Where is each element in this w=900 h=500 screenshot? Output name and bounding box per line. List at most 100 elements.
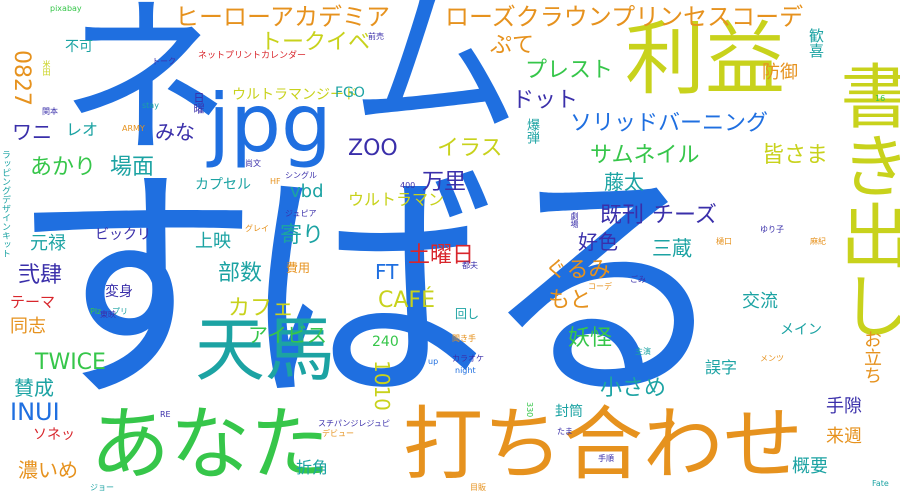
word-puri: プリ <box>112 307 128 316</box>
word-doushi: 同志 <box>10 316 46 337</box>
word-raishuu: 来週 <box>826 426 862 447</box>
word-fate: Fate <box>872 479 889 488</box>
word-cheese: チーズ <box>652 203 717 228</box>
word-naofumi: 尚文 <box>245 159 261 168</box>
word-tama: たま <box>557 427 573 436</box>
word-hiyou: 費用 <box>286 261 311 275</box>
word-chiisame: 小さめ <box>600 376 667 401</box>
word-kouryu: 交流 <box>742 291 778 312</box>
word-330: 330 <box>525 402 534 418</box>
word-ultraman: ウルトラマン <box>348 190 445 209</box>
word-wrapping-kit: ラッピングデザインキット <box>0 150 10 258</box>
word-joe: ジョー <box>90 483 114 492</box>
word-pute: ぷて <box>490 33 535 58</box>
word-pixabay: pixabay <box>50 4 82 13</box>
word-yoneda: 米田 <box>42 60 51 76</box>
word-ft: FT <box>375 260 399 284</box>
word-army: ARMY <box>122 124 145 133</box>
word-vbd: vbd <box>290 181 324 202</box>
word-genroku: 元禄 <box>30 233 66 254</box>
word-mentsu: メンツ <box>760 354 784 363</box>
word-tota: 藤太 <box>604 170 644 194</box>
word-youkai: 妖怪 <box>568 326 613 351</box>
word-prest: プレスト <box>525 58 614 83</box>
word-bamen: 場面 <box>110 155 155 180</box>
word-ibis: アイビス <box>248 323 327 347</box>
word-reo: レオ <box>66 120 99 139</box>
word-thumbnail: サムネイル <box>590 143 700 168</box>
word-solid-burning: ソリッドバーニング <box>570 111 769 136</box>
word-meihan: 目販 <box>470 483 486 492</box>
word-night: night <box>455 366 476 375</box>
word-16: 16 <box>875 94 886 103</box>
word-gaiyou: 概要 <box>792 456 828 477</box>
word-sonet: ソネッ <box>33 427 75 443</box>
word-dot: ドット <box>512 88 579 113</box>
word-bakudan: 爆弾 <box>524 118 539 144</box>
word-400: 400 <box>400 181 416 190</box>
word-yuriko: ゆり子 <box>760 225 784 234</box>
word-yori: 寄り <box>280 223 325 248</box>
word-cafe: カフェ <box>228 296 295 321</box>
word-theme: テーマ <box>10 293 56 311</box>
word-up: up <box>428 357 439 366</box>
word-koime: 濃いめ <box>18 458 78 482</box>
word-0827: 0827 <box>9 50 34 106</box>
word-kikan: 既刊 <box>600 203 645 228</box>
word-bikkuri: ビックリ <box>95 227 151 243</box>
word-fgo: FGO <box>335 85 365 101</box>
word-tejun: 手順 <box>598 454 614 463</box>
word-gekijou: 劇場 <box>570 212 579 228</box>
word-karaoke: カラオケ <box>452 354 484 363</box>
word-uchiawase: 打ち合わせ <box>403 398 803 491</box>
word-coorde: コーデ <box>588 282 612 291</box>
word-capsule: カプセル <box>195 177 251 193</box>
word-nishi: 弐肆 <box>18 263 63 288</box>
word-cloud: すばる ネ ム jpg 利益 書き出し 天馬 あなた 打ち合わせ ヒーローアカデ… <box>0 0 900 500</box>
word-moto: もと <box>548 288 592 313</box>
word-talk: トーク <box>152 57 176 66</box>
word-inui: INUI <box>10 398 60 426</box>
word-koushoku: 好色 <box>578 230 618 254</box>
word-akari: あかり <box>30 155 97 180</box>
word-tesuki: 手隙 <box>826 396 862 417</box>
word-mina: みな <box>155 120 195 144</box>
word-gray: グレイ <box>245 224 269 233</box>
word-cafe-en: CAFÉ <box>378 288 435 313</box>
word-miyako: 都夫 <box>462 261 478 270</box>
word-stay: stay <box>142 101 159 110</box>
word-fuka: 不可 <box>65 39 93 55</box>
word-1010: 1010 <box>370 360 394 411</box>
word-re: RE <box>160 410 171 419</box>
word-goji: 誤字 <box>705 358 738 377</box>
word-shuen: 主演 <box>635 347 651 356</box>
word-fuutou: 封筒 <box>555 404 583 420</box>
word-maki: 麻紀 <box>810 237 826 246</box>
word-kakidashi: 書き出し <box>829 60 900 340</box>
word-jouei: 上映 <box>195 231 231 252</box>
word-hf: HF <box>270 177 281 186</box>
word-twice: TWICE <box>35 350 106 375</box>
word-nichiyou: 日曜 <box>192 92 205 114</box>
word-gurumi: ぐるみ <box>545 258 611 283</box>
word-sansei: 賛成 <box>14 376 54 400</box>
word-sekkaku: 折角 <box>296 458 329 477</box>
word-anata: あなた <box>90 398 330 491</box>
word-sekimoto: 関本 <box>42 107 58 116</box>
word-minasama: 皆さま <box>762 143 829 168</box>
word-rose-crown: ローズクラウンプリンセスコーデ <box>445 3 804 31</box>
word-gomi: ごみ <box>630 275 646 284</box>
word-hero-academia: ヒーローアカデミア <box>175 3 391 31</box>
word-jupia: ジュピア <box>285 209 317 218</box>
word-plz: Plz <box>90 307 102 316</box>
word-debut: デビュー <box>322 429 354 438</box>
word-single: シングル <box>285 171 317 180</box>
word-zoo: ZOO <box>348 136 398 161</box>
word-maeuri: 前売 <box>368 32 384 41</box>
word-otachi: お立ち <box>861 330 882 384</box>
word-busuu: 部数 <box>218 261 263 286</box>
word-kikite: 聞き手 <box>452 334 476 343</box>
word-sanzo: 三蔵 <box>652 236 692 260</box>
word-iras: イラス <box>437 136 503 161</box>
word-steampunk: スチパンジレジュピ <box>318 419 390 428</box>
